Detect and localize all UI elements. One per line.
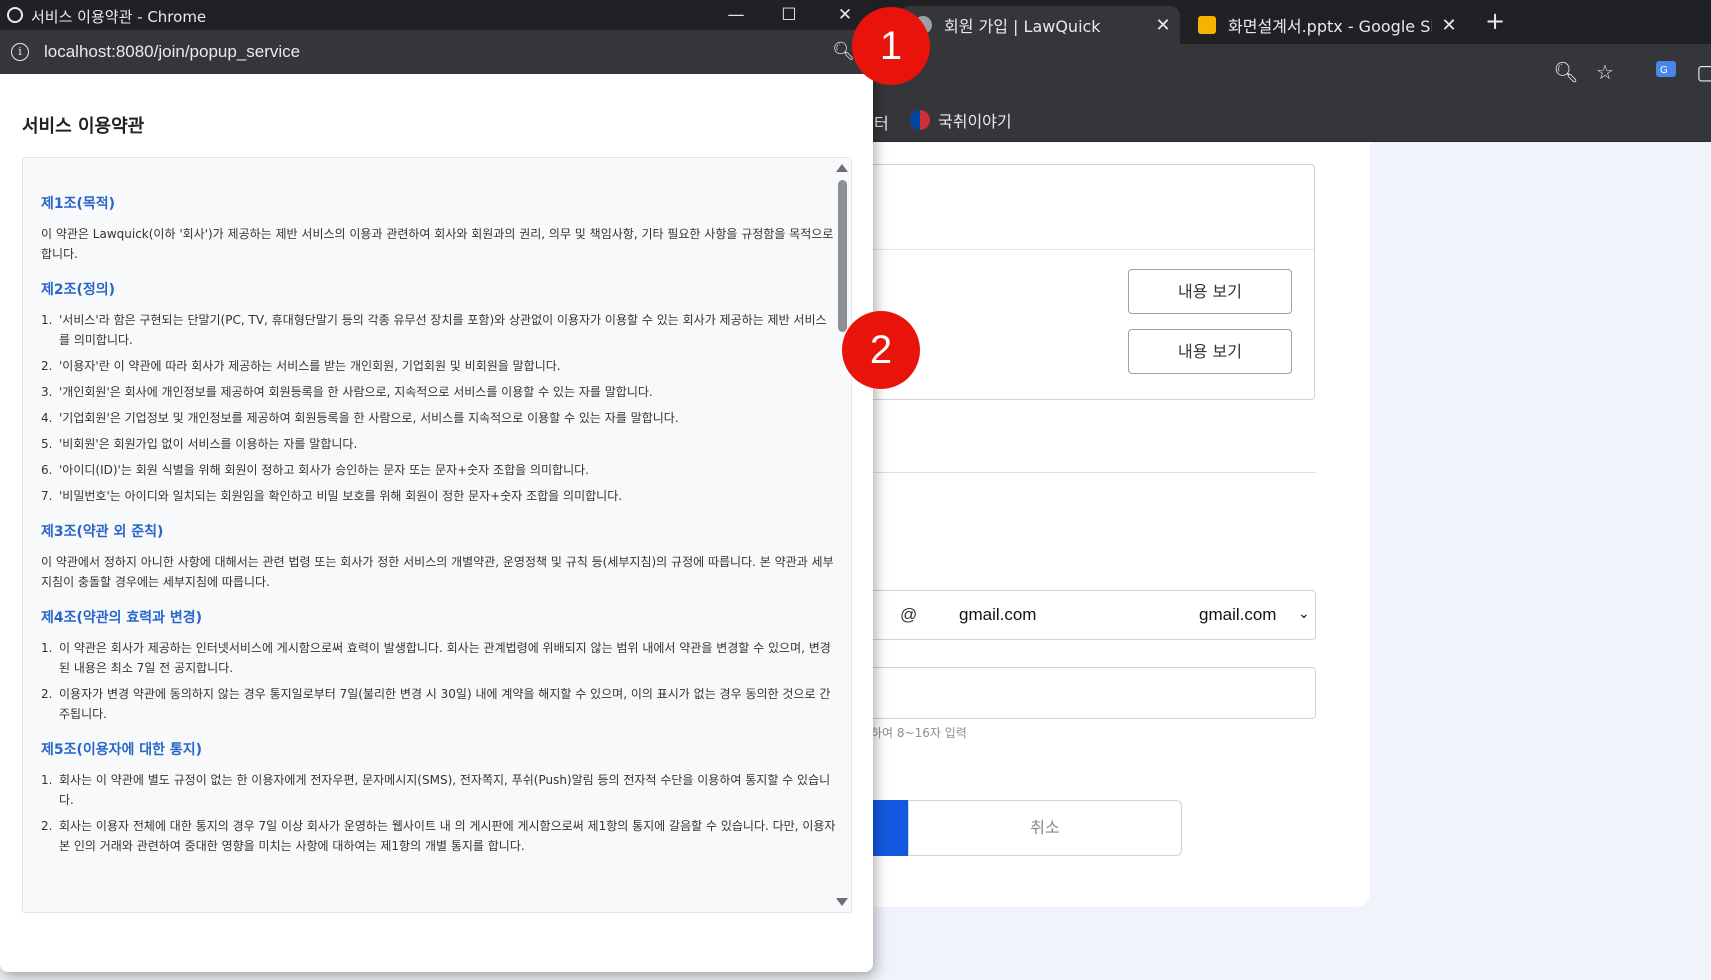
slides-icon [1198, 16, 1216, 34]
article-title: 제1조(목적) [41, 196, 116, 212]
tab-title: 회원 가입 | LawQuick [944, 17, 1101, 36]
article-title: 제3조(약관 외 준칙) [41, 524, 164, 540]
email-field[interactable]: @ gmail.com gmail.com ⌄ [815, 590, 1316, 640]
bookmark-item[interactable]: 국취이야기 [910, 108, 1012, 132]
close-icon[interactable]: ✕ [1432, 15, 1466, 36]
minimize-button[interactable]: — [711, 0, 761, 30]
extensions-icon[interactable]: ▢ [1692, 58, 1711, 86]
chevron-down-icon[interactable]: ⌄ [1298, 605, 1310, 622]
list-item: 1. '서비스'라 함은 구현되는 단말기(PC, TV, 휴대형단말기 등의 각… [41, 313, 827, 347]
article-title: 제2조(정의) [41, 282, 116, 298]
article-list: 1. 회사는 이 약관에 별도 규정이 없는 한 이용자에게 전자우편, 문자메시… [41, 770, 836, 856]
view-terms-button[interactable]: 내용 보기 [1128, 269, 1292, 314]
scroll-down-icon[interactable] [836, 898, 848, 906]
article-list: 1. 이 약관은 회사가 제공하는 인터넷서비스에 게시함으로써 효력이 발생합니… [41, 638, 836, 724]
new-tab-button[interactable]: + [1480, 6, 1510, 36]
email-domain-select[interactable]: gmail.com [1199, 605, 1276, 625]
list-item: 2. 이용자가 변경 약관에 동의하지 않는 경우 통지일로부터 7일(불리한 변… [41, 687, 831, 721]
article-title: 제5조(이용자에 대한 통지) [41, 742, 203, 758]
article-title: 제4조(약관의 효력과 변경) [41, 610, 203, 626]
annotation-badge-2: 2 [842, 311, 920, 389]
divider [816, 249, 1314, 250]
tab-lawquick-signup[interactable]: 회원 가입 | LawQuick ✕ [900, 6, 1180, 44]
list-item: 1. 이 약관은 회사가 제공하는 인터넷서비스에 게시함으로써 효력이 발생합니… [41, 641, 831, 675]
list-item: 6. '아이디(ID)'는 회원 식별을 위해 회원이 정하고 회사가 승인하는 … [41, 463, 589, 477]
tab-title: 화면설계서.pptx - Google Slides [1228, 17, 1432, 36]
scroll-up-icon[interactable] [836, 164, 848, 172]
divider [815, 472, 1316, 473]
list-item: 2. 회사는 이용자 전체에 대한 통지의 경우 7일 이상 회사가 운영하는 웹… [41, 819, 836, 853]
terms-content: 제1조(목적) 이 약관은 Lawquick(이하 '회사')가 제공하는 제반… [41, 194, 836, 872]
annotation-badge-1: 1 [852, 7, 930, 85]
bookmark-label: 국취이야기 [938, 112, 1012, 131]
article-text: 이 약관에서 정하지 아니한 사항에 대해서는 관련 법령 또는 회사가 정한 … [41, 555, 834, 589]
terms-popup-window: 서비스 이용약관 - Chrome — ☐ ✕ i localhost:8080… [0, 0, 873, 972]
info-icon[interactable]: i [11, 43, 29, 61]
scrollbar-thumb[interactable] [838, 180, 847, 332]
article-text: 이 약관은 Lawquick(이하 '회사')가 제공하는 제반 서비스의 이용… [41, 227, 834, 261]
popup-address-bar: i localhost:8080/join/popup_service 🔍︎ [0, 30, 873, 74]
taegeuk-icon [910, 110, 930, 130]
cancel-button[interactable]: 취소 [908, 800, 1182, 856]
password-hint: 하여 8~16자 입력 [871, 726, 967, 740]
list-item: 1. 회사는 이 약관에 별도 규정이 없는 한 이용자에게 전자우편, 문자메시… [41, 773, 831, 807]
at-sign: @ [900, 605, 918, 624]
article-list: 1. '서비스'라 함은 구현되는 단말기(PC, TV, 휴대형단말기 등의 각… [41, 310, 836, 506]
translate-icon[interactable]: G [1652, 58, 1680, 86]
list-item: 5. '비회원'은 회원가입 없이 서비스를 이용하는 자를 말합니다. [41, 437, 358, 451]
close-icon[interactable]: ✕ [1146, 15, 1180, 36]
tab-google-slides[interactable]: 화면설계서.pptx - Google Slides ✕ [1186, 6, 1466, 44]
page-title: 서비스 이용약관 [22, 116, 145, 137]
svg-text:G: G [1660, 65, 1668, 76]
list-item: 7. '비밀번호'는 아이디와 일치되는 회원임을 확인하고 비밀 보호를 위해 … [41, 489, 623, 503]
url-text[interactable]: localhost:8080/join/popup_service [44, 42, 300, 62]
list-item: 3. '개인회원'은 회사에 개인정보를 제공하여 회원등록을 한 사람으로, 지… [41, 385, 653, 399]
chrome-icon [7, 7, 23, 23]
maximize-button[interactable]: ☐ [764, 0, 814, 30]
list-item: 4. '기업회원'은 기업정보 및 개인정보를 제공하여 회원등록을 한 사람으로… [41, 411, 679, 425]
email-domain-input[interactable]: gmail.com [959, 605, 1036, 625]
view-privacy-button[interactable]: 내용 보기 [1128, 329, 1292, 374]
star-icon[interactable]: ☆ [1591, 58, 1619, 86]
popup-window-title: 서비스 이용약관 - Chrome [31, 8, 207, 26]
list-item: 2. '이용자'란 이 약관에 따라 회사가 제공하는 서비스를 받는 개인회원,… [41, 359, 561, 373]
popup-titlebar: 서비스 이용약관 - Chrome — ☐ ✕ [0, 0, 873, 30]
terms-scroll-box[interactable]: 제1조(목적) 이 약관은 Lawquick(이하 '회사')가 제공하는 제반… [22, 157, 852, 913]
scrollbar[interactable] [831, 158, 851, 912]
bookmark-fragment[interactable]: 터 [874, 110, 889, 134]
password-input[interactable] [815, 667, 1316, 719]
zoom-icon[interactable]: 🔍︎ [1552, 58, 1580, 86]
